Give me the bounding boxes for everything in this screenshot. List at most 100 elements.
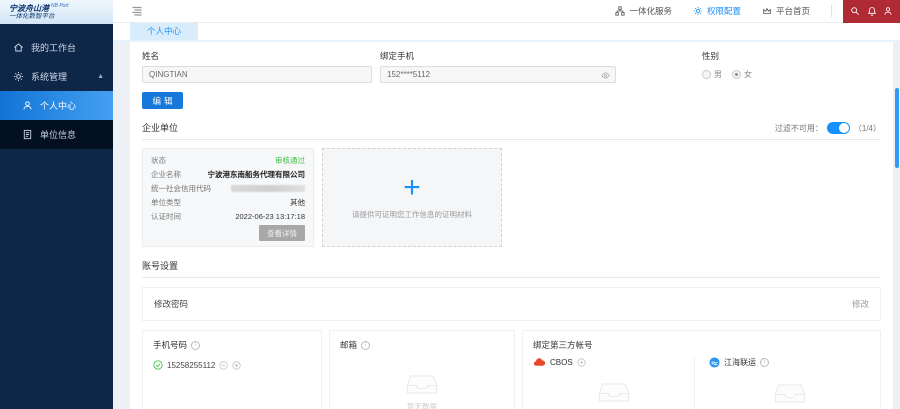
phone-label: 绑定手机 — [380, 50, 616, 62]
row-label: 企业名称 — [151, 169, 181, 180]
provider-jianghai: 江海联运 i 暂无数据 — [694, 357, 870, 409]
status-badge: 审核通过 — [275, 155, 305, 166]
filter-count: （1/4） — [854, 123, 881, 134]
name-label: 姓名 — [142, 50, 372, 62]
logo-subtitle: 一体化数智平台 — [9, 13, 113, 21]
gender-option-label: 男 — [714, 69, 722, 80]
user-icon[interactable] — [883, 6, 893, 16]
info-icon: i — [191, 341, 200, 350]
info-icon: i — [361, 341, 370, 350]
row-label: 认证时间 — [151, 211, 181, 222]
tab-personal-center[interactable]: 个人中心 — [130, 21, 198, 40]
info-icon: i — [760, 358, 769, 367]
certified-time: 2022-06-23 13:17:18 — [235, 212, 305, 221]
row-label: 统一社会信用代码 — [151, 183, 211, 194]
cloud-icon — [533, 357, 546, 367]
sidebar-item-label: 系统管理 — [31, 70, 67, 83]
settings-circle-icon[interactable] — [232, 361, 241, 370]
phone-value: 152****5112 — [387, 70, 430, 79]
enterprise-section-header: 企业单位 过滤不可用： （1/4） — [142, 121, 881, 140]
filter-row: 过滤不可用： （1/4） — [775, 122, 881, 134]
content-panel: 姓名 QINGTIAN 绑定手机 152****5112 性别 男 — [130, 42, 893, 409]
add-enterprise-card[interactable]: + 请提供可证明您工作信息的证明材料 — [322, 148, 502, 247]
sidebar-item-label: 单位信息 — [40, 128, 76, 141]
sidebar-collapse-icon[interactable] — [131, 5, 143, 17]
tab-bar: 个人中心 — [113, 23, 900, 42]
sidebar-item-workbench[interactable]: 我的工作台 — [0, 33, 113, 62]
add-circle-icon[interactable] — [577, 358, 586, 367]
radio-icon — [702, 70, 711, 79]
header-right: 一体化服务 权限配置 平台首页 — [615, 0, 900, 22]
third-party-title: 绑定第三方帐号 — [533, 339, 593, 351]
logo-title: 宁波舟山港 — [9, 4, 49, 13]
empty-inbox-icon — [774, 382, 806, 405]
plus-icon: + — [403, 176, 421, 200]
nav-label: 权限配置 — [707, 5, 741, 17]
nav-integrated-services[interactable]: 一体化服务 — [615, 5, 672, 17]
view-details-button[interactable]: 查看详情 — [259, 225, 305, 241]
binding-cards: 手机号码 i 15258255112 — [142, 330, 881, 409]
sidebar-menu: 我的工作台 系统管理 ▲ 个人中心 单位信息 — [0, 24, 113, 149]
bound-phone-number: 15258255112 — [167, 361, 215, 370]
empty-inbox-icon — [598, 381, 630, 404]
scrollbar-thumb[interactable] — [895, 88, 899, 168]
provider-name: 江海联运 — [724, 357, 756, 368]
modify-link[interactable]: 修改 — [852, 298, 869, 310]
email-empty-state: 暂无数据 — [340, 351, 504, 409]
top-header: 一体化服务 权限配置 平台首页 — [113, 0, 900, 23]
phone-card: 手机号码 i 15258255112 — [142, 330, 322, 409]
cbos-empty-state: 暂无数据 — [533, 367, 694, 409]
sidebar-item-personal-center[interactable]: 个人中心 — [0, 91, 113, 120]
sidebar-submenu: 个人中心 单位信息 — [0, 91, 113, 149]
crown-icon — [762, 6, 772, 16]
account-section-header: 账号设置 — [142, 259, 881, 278]
gender-option-female[interactable]: 女 — [732, 69, 752, 80]
empty-inbox-icon — [406, 373, 438, 396]
profile-form: 姓名 QINGTIAN 绑定手机 152****5112 性别 男 — [142, 50, 881, 83]
sidebar-item-label: 我的工作台 — [31, 41, 76, 54]
section-title: 企业单位 — [142, 121, 178, 134]
edit-button[interactable]: 编辑 — [142, 92, 183, 109]
gender-label: 性别 — [702, 50, 752, 62]
sidebar-item-label: 个人中心 — [40, 99, 76, 112]
gender-option-label: 女 — [744, 69, 752, 80]
gear-icon — [13, 71, 24, 82]
check-circle-icon — [153, 360, 163, 370]
email-card-title: 邮箱 — [340, 339, 357, 351]
gear-icon — [693, 6, 703, 16]
app-logo: 宁波舟山港 NB Port 一体化数智平台 — [0, 0, 113, 24]
sidebar-item-system-management[interactable]: 系统管理 ▲ — [0, 62, 113, 91]
search-icon[interactable] — [850, 6, 860, 16]
chevron-up-icon: ▲ — [97, 73, 104, 80]
empty-text: 暂无数据 — [407, 401, 437, 409]
add-card-hint: 请提供可证明您工作信息的证明材料 — [352, 209, 472, 220]
nav-label: 平台首页 — [776, 5, 810, 17]
eye-icon[interactable] — [601, 71, 610, 80]
name-field[interactable]: QINGTIAN — [142, 66, 372, 83]
header-quick-actions — [843, 0, 900, 23]
password-label: 修改密码 — [154, 298, 188, 310]
phone-field[interactable]: 152****5112 — [380, 66, 616, 83]
section-title: 账号设置 — [142, 259, 178, 272]
masked-credit-code — [231, 185, 305, 192]
jianghai-logo-icon — [709, 357, 720, 368]
unbind-minus-icon[interactable] — [219, 361, 228, 370]
gender-option-male[interactable]: 男 — [702, 69, 722, 80]
home-icon — [13, 42, 24, 53]
bell-icon[interactable] — [867, 6, 877, 16]
nav-permission-config[interactable]: 权限配置 — [693, 5, 741, 17]
enterprise-card: 状态 审核通过 企业名称 宁波港东南船务代理有限公司 统一社会信用代码 单位类型… — [142, 148, 314, 247]
third-party-card: 绑定第三方帐号 CBOS — [522, 330, 881, 409]
phone-card-title: 手机号码 — [153, 339, 187, 351]
nav-label: 一体化服务 — [629, 5, 672, 17]
filter-toggle[interactable] — [827, 122, 850, 134]
gender-radio-group: 男 女 — [702, 66, 752, 83]
document-icon — [22, 129, 33, 140]
filter-label: 过滤不可用： — [775, 123, 823, 134]
enterprise-cards: 状态 审核通过 企业名称 宁波港东南船务代理有限公司 统一社会信用代码 单位类型… — [142, 148, 881, 247]
org-chart-icon — [615, 6, 625, 16]
nav-platform-home[interactable]: 平台首页 — [762, 5, 810, 17]
sidebar-item-unit-info[interactable]: 单位信息 — [0, 120, 113, 149]
provider-name: CBOS — [550, 358, 573, 367]
header-divider — [831, 5, 832, 17]
